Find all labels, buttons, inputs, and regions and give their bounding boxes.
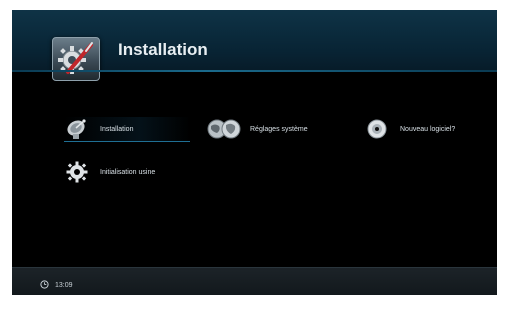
clock: 13:09 — [40, 276, 73, 294]
header-bar: Installation — [12, 10, 497, 81]
globe-icon — [206, 118, 244, 140]
menu-item-installation[interactable]: Installation — [64, 117, 190, 142]
menu-item-nouveau-logiciel[interactable]: Nouveau logiciel? — [364, 117, 494, 141]
gear-icon — [64, 161, 90, 183]
menu-item-label: Installation — [100, 125, 134, 133]
satellite-dish-icon — [64, 118, 90, 140]
menu-item-label: Réglages système — [250, 125, 308, 133]
page-title: Installation — [118, 40, 208, 59]
menu-item-label: Initialisation usine — [100, 168, 156, 176]
status-bar: 13:09 — [12, 267, 497, 295]
menu-item-label: Nouveau logiciel? — [400, 125, 456, 133]
menu-item-reglages-systeme[interactable]: Réglages système — [206, 117, 336, 141]
tv-screen: Installation Installation Réglages systè… — [12, 10, 497, 295]
menu-item-initialisation-usine[interactable]: Initialisation usine — [64, 160, 204, 184]
disc-icon — [364, 118, 390, 140]
clock-icon — [40, 276, 49, 294]
tools-icon — [52, 37, 100, 81]
clock-time: 13:09 — [55, 281, 73, 289]
